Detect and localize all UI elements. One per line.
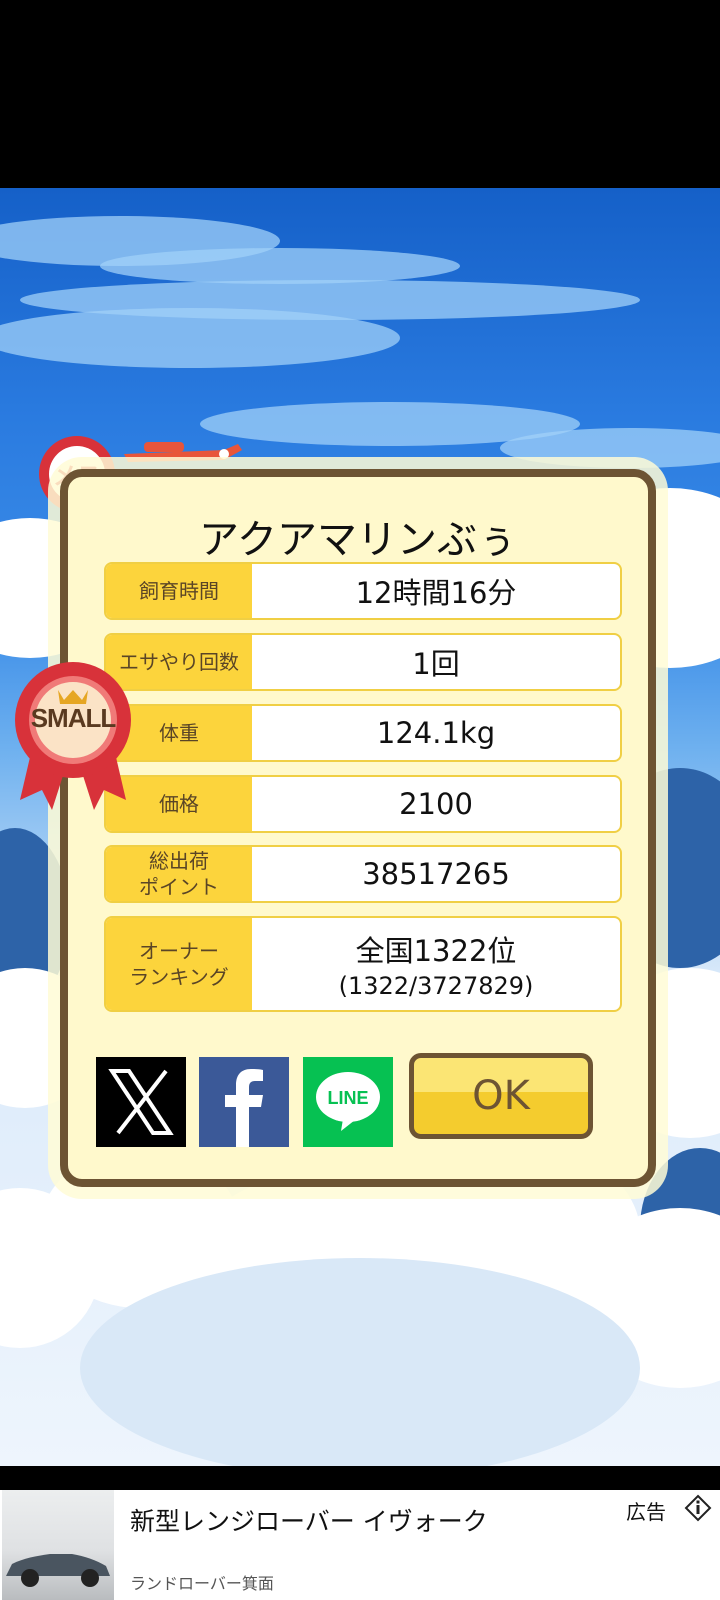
airplane-icon [124, 442, 242, 462]
info-icon[interactable] [684, 1494, 712, 1522]
ad-title[interactable]: 新型レンジローバー イヴォーク [130, 1502, 488, 1538]
stat-label: 総出荷 ポイント [106, 847, 252, 901]
share-facebook-button[interactable] [199, 1057, 289, 1147]
small-size-label: SMALL [30, 703, 117, 733]
ad-label: 広告 [626, 1500, 666, 1524]
ad-car-image[interactable] [2, 1490, 114, 1600]
ad-banner[interactable]: 新型レンジローバー イヴォーク ランドローバー箕面 広告 [0, 1466, 720, 1600]
ok-button[interactable]: OK [409, 1053, 593, 1139]
stat-row-feeding-time: 飼育時間 12時間16分 [104, 562, 622, 620]
stat-sub-value: (1322/3727829) [338, 972, 534, 1000]
stat-row-total-points: 総出荷 ポイント 38517265 [104, 845, 622, 903]
line-icon: LINE [316, 1072, 380, 1131]
stat-value: 12時間16分 [355, 576, 517, 610]
small-size-badge [15, 662, 131, 810]
stat-row-feed-count: エサやり回数 1回 [104, 633, 622, 691]
stat-value: 38517265 [362, 857, 510, 891]
stat-value: 2100 [399, 787, 473, 821]
stat-label: オーナー ランキング [106, 918, 252, 1010]
stat-value: 124.1kg [376, 716, 496, 750]
stat-row-weight: 体重 124.1kg [104, 704, 622, 762]
stat-value: 1回 [412, 647, 460, 681]
stat-label: 飼育時間 [106, 564, 252, 618]
share-x-button[interactable] [96, 1057, 186, 1147]
stat-row-price: 価格 2100 [104, 775, 622, 833]
line-label: LINE [327, 1088, 368, 1108]
pig-name: アクアマリンぶぅ [199, 517, 517, 563]
stat-value: 全国1322位 [355, 934, 517, 968]
car-image-icon [6, 1554, 110, 1587]
facebook-icon [225, 1069, 263, 1147]
status-bar-area [0, 0, 720, 188]
pig-result-card: アクアマリンぶぅ 飼育時間 12時間16分 エサやり回数 1回 体重 124.1… [60, 469, 656, 1187]
stat-row-owner-ranking: オーナー ランキング 全国1322位 (1322/3727829) [104, 916, 622, 1012]
ad-source: ランドローバー箕面 [130, 1574, 274, 1593]
x-logo-icon [108, 1069, 174, 1135]
share-line-button[interactable]: LINE [303, 1057, 393, 1147]
